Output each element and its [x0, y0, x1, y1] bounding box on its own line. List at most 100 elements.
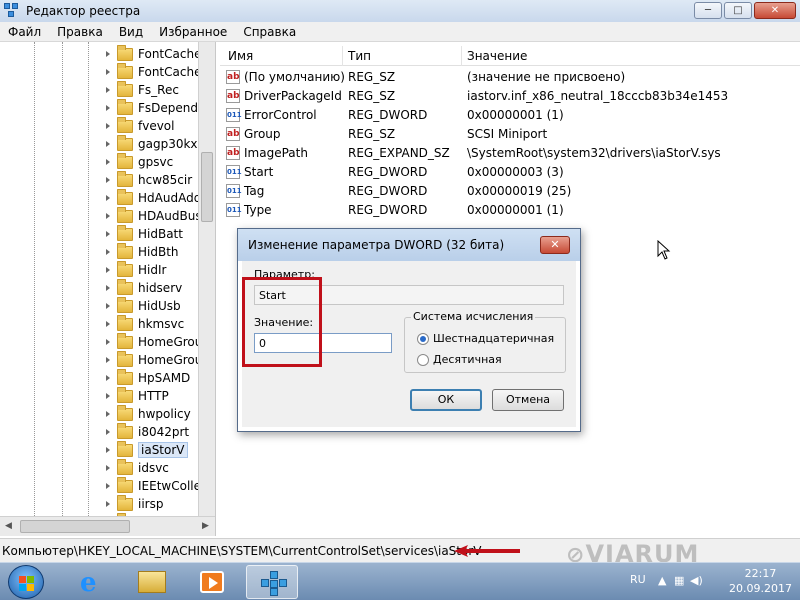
expand-arrow-icon[interactable]	[104, 392, 113, 401]
expand-arrow-icon[interactable]	[104, 446, 113, 455]
expand-arrow-icon[interactable]	[104, 482, 113, 491]
dialog-close-button[interactable]: ✕	[540, 236, 570, 254]
expand-arrow-icon[interactable]	[104, 428, 113, 437]
tree-item[interactable]: hwpolicy	[104, 404, 191, 423]
value-row[interactable]: 011 Tag REG_DWORD 0x00000019 (25)	[220, 182, 800, 201]
menu-help[interactable]: Справка	[235, 25, 304, 39]
language-indicator[interactable]: RU	[630, 573, 646, 586]
minimize-button[interactable]: ─	[694, 2, 722, 19]
expand-arrow-icon[interactable]	[104, 158, 113, 167]
expand-arrow-icon[interactable]	[104, 338, 113, 347]
clock-time: 22:17	[744, 567, 777, 580]
taskbar-explorer[interactable]	[126, 565, 178, 599]
cancel-button[interactable]: Отмена	[492, 389, 564, 411]
tree-item[interactable]: HomeGrou	[104, 350, 202, 369]
column-name-header[interactable]: Имя	[228, 49, 253, 63]
volume-icon[interactable]: ◀)	[690, 575, 703, 587]
expand-arrow-icon[interactable]	[104, 356, 113, 365]
tree-item[interactable]: fvevol	[104, 116, 175, 135]
expand-arrow-icon[interactable]	[104, 140, 113, 149]
expand-arrow-icon[interactable]	[104, 104, 113, 113]
tree-item[interactable]: iirsp	[104, 494, 163, 513]
column-type-header[interactable]: Тип	[348, 49, 371, 63]
close-button[interactable]: ✕	[754, 2, 796, 19]
taskbar-regedit[interactable]	[246, 565, 298, 599]
scroll-right-arrow-icon[interactable]: ▶	[202, 521, 209, 531]
value-row[interactable]: 011 Type REG_DWORD 0x00000001 (1)	[220, 201, 800, 220]
string-value-icon: ab	[226, 146, 240, 160]
expand-arrow-icon[interactable]	[104, 212, 113, 221]
expand-arrow-icon[interactable]	[104, 230, 113, 239]
tree-item[interactable]: HpSAMD	[104, 368, 190, 387]
show-hidden-icons-icon[interactable]: ▲	[658, 575, 670, 587]
expand-arrow-icon[interactable]	[104, 86, 113, 95]
expand-arrow-icon[interactable]	[104, 464, 113, 473]
value-row[interactable]: ab DriverPackageId REG_SZ iastorv.inf_x86_n…	[220, 87, 800, 106]
radio-decimal[interactable]: Десятичная	[417, 353, 502, 366]
clock[interactable]: 22:17 20.09.2017	[729, 566, 792, 596]
menu-edit[interactable]: Правка	[49, 25, 111, 39]
tree-item[interactable]: HidUsb	[104, 296, 181, 315]
expand-arrow-icon[interactable]	[104, 248, 113, 257]
expand-arrow-icon[interactable]	[104, 302, 113, 311]
taskbar-internet-explorer[interactable]: e	[66, 565, 118, 599]
tree-item[interactable]: HDAudBus	[104, 206, 202, 225]
tree-item-label: HdAudAdd	[138, 191, 202, 205]
tree-item[interactable]: HidBatt	[104, 224, 183, 243]
expand-arrow-icon[interactable]	[104, 374, 113, 383]
column-data-header[interactable]: Значение	[467, 49, 527, 63]
tree-item[interactable]: HomeGrou	[104, 332, 202, 351]
value-row[interactable]: ab ImagePath REG_EXPAND_SZ \SystemRoot\syst…	[220, 144, 800, 163]
tree-item[interactable]: FontCache	[104, 44, 201, 63]
maximize-button[interactable]: □	[724, 2, 752, 19]
scroll-left-arrow-icon[interactable]: ◀	[5, 521, 12, 531]
tree-item[interactable]: hidserv	[104, 278, 182, 297]
expand-arrow-icon[interactable]	[104, 266, 113, 275]
expand-arrow-icon[interactable]	[104, 194, 113, 203]
taskbar-media-player[interactable]	[186, 565, 238, 599]
registry-tree[interactable]: FontCache FontCache Fs_Rec FsDepends fvevol g…	[0, 42, 216, 536]
value-row[interactable]: ab Group REG_SZ SCSI Miniport	[220, 125, 800, 144]
tree-item[interactable]: hkmsvc	[104, 314, 184, 333]
tree-item[interactable]: Fs_Rec	[104, 80, 179, 99]
expand-arrow-icon[interactable]	[104, 50, 113, 59]
value-type: REG_DWORD	[348, 165, 428, 179]
start-button[interactable]	[8, 565, 44, 599]
tree-vertical-scrollbar[interactable]	[198, 42, 215, 516]
value-row[interactable]: 011 ErrorControl REG_DWORD 0x00000001 (1)	[220, 106, 800, 125]
tree-item-label: HidBatt	[138, 227, 183, 241]
tree-item[interactable]: HidBth	[104, 242, 179, 261]
tree-item[interactable]: iaStorV	[104, 440, 188, 459]
tree-item[interactable]: idsvc	[104, 458, 169, 477]
value-row[interactable]: 011 Start REG_DWORD 0x00000003 (3)	[220, 163, 800, 182]
ok-button[interactable]: ОК	[410, 389, 482, 411]
tree-item[interactable]: FontCache	[104, 62, 201, 81]
folder-icon	[117, 278, 133, 295]
dialog-title-bar[interactable]: Изменение параметра DWORD (32 бита) ✕	[238, 229, 580, 261]
expand-arrow-icon[interactable]	[104, 410, 113, 419]
value-row[interactable]: ab (По умолчанию) REG_SZ (значение не присв…	[220, 68, 800, 87]
tree-horizontal-scrollbar[interactable]: ◀ ▶	[0, 516, 215, 536]
tree-item[interactable]: HTTP	[104, 386, 169, 405]
expand-arrow-icon[interactable]	[104, 68, 113, 77]
tree-item[interactable]: IEEtwColle	[104, 476, 201, 495]
menu-file[interactable]: Файл	[0, 25, 49, 39]
tree-item[interactable]: HidIr	[104, 260, 166, 279]
network-icon[interactable]: ▦	[674, 575, 686, 587]
tree-item[interactable]: gagp30kx	[104, 134, 198, 153]
expand-arrow-icon[interactable]	[104, 176, 113, 185]
expand-arrow-icon[interactable]	[104, 284, 113, 293]
expand-arrow-icon[interactable]	[104, 500, 113, 509]
tree-item[interactable]: hcw85cir	[104, 170, 192, 189]
radio-hexadecimal[interactable]: Шестнадцатеричная	[417, 332, 554, 345]
tree-item[interactable]: i8042prt	[104, 422, 189, 441]
expand-arrow-icon[interactable]	[104, 122, 113, 131]
tree-hscroll-thumb[interactable]	[20, 520, 130, 533]
expand-arrow-icon[interactable]	[104, 320, 113, 329]
tree-scroll-thumb[interactable]	[201, 152, 213, 222]
menu-view[interactable]: Вид	[111, 25, 151, 39]
tree-item[interactable]: FsDepends	[104, 98, 204, 117]
tree-item[interactable]: HdAudAdd	[104, 188, 202, 207]
menu-favorites[interactable]: Избранное	[151, 25, 235, 39]
tree-item[interactable]: gpsvc	[104, 152, 173, 171]
